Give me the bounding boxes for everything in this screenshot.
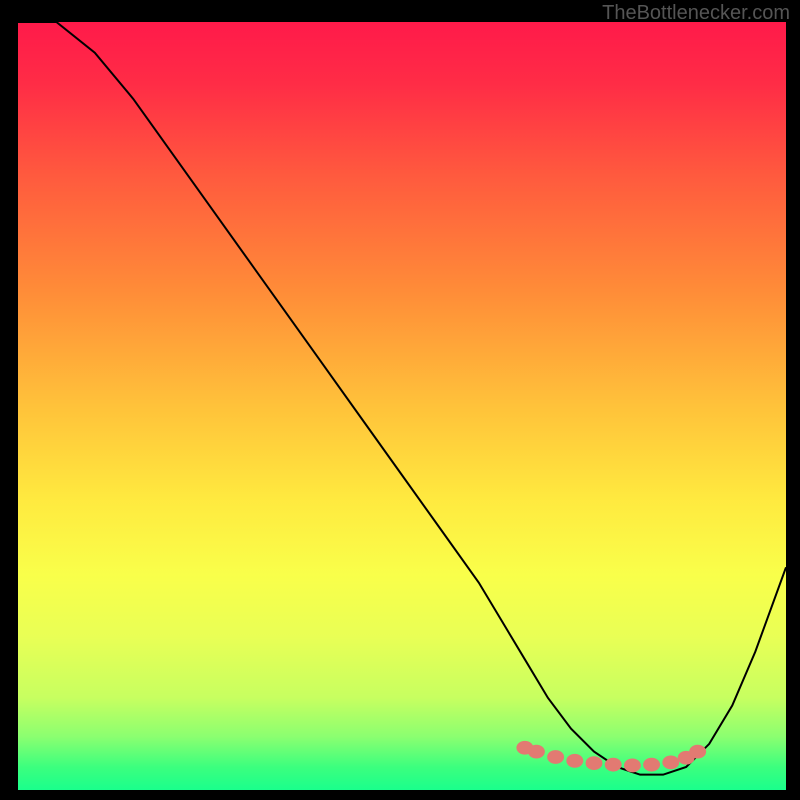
highlight-dot bbox=[586, 756, 603, 770]
highlight-dot bbox=[547, 750, 564, 764]
bottleneck-chart bbox=[18, 22, 786, 790]
highlight-dot bbox=[624, 759, 641, 773]
chart-container: TheBottlenecker.com bbox=[0, 0, 800, 800]
highlight-dot bbox=[662, 755, 679, 769]
chart-background bbox=[18, 22, 786, 790]
highlight-dot bbox=[528, 745, 545, 759]
highlight-dot bbox=[643, 758, 660, 772]
attribution-label: TheBottlenecker.com bbox=[602, 2, 790, 25]
highlight-dot bbox=[689, 745, 706, 759]
highlight-dot bbox=[566, 754, 583, 768]
highlight-dot bbox=[605, 758, 622, 772]
